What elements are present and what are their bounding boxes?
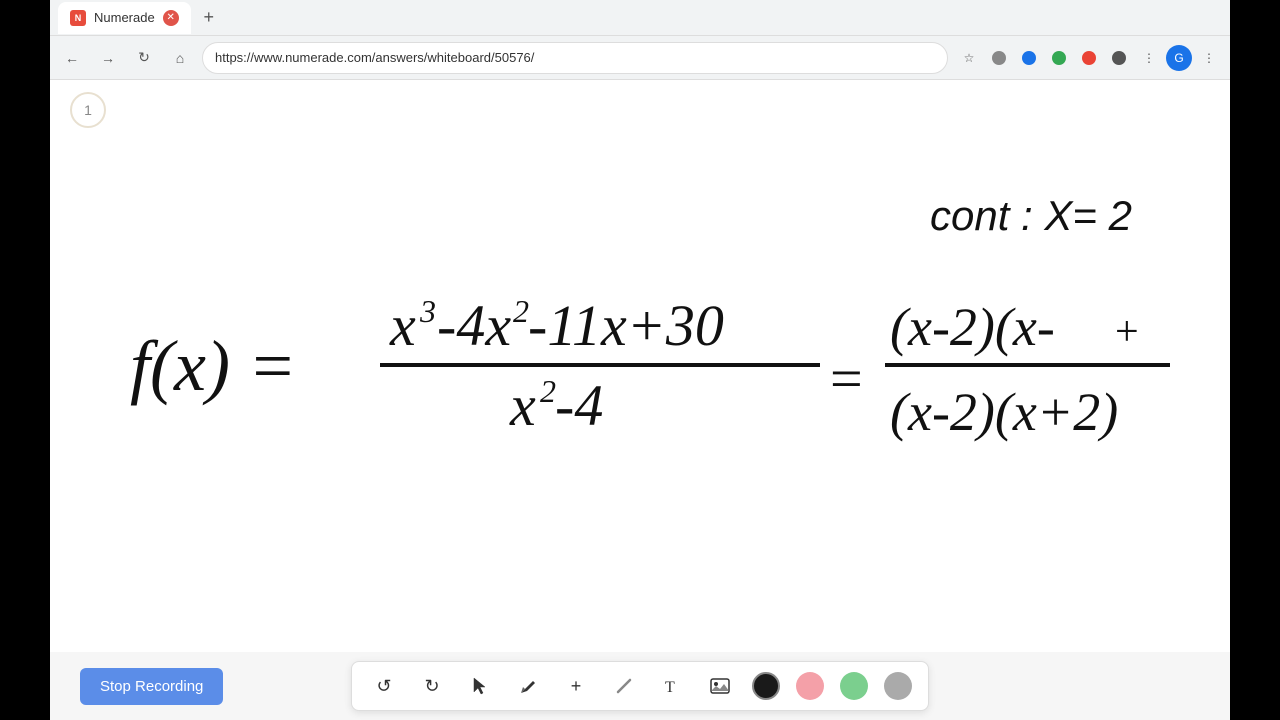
browser-toolbar-icons: ☆ ⋮ G ⋮ xyxy=(956,45,1222,71)
tab-favicon: N xyxy=(70,10,86,26)
home-button[interactable]: ⌂ xyxy=(166,44,194,72)
pen-tool-button[interactable] xyxy=(512,670,544,702)
text-tool-button[interactable]: T xyxy=(656,670,688,702)
new-tab-button[interactable]: + xyxy=(195,4,223,32)
bookmark-star-icon[interactable]: ☆ xyxy=(956,45,982,71)
slash-tool-button[interactable] xyxy=(608,670,640,702)
address-bar[interactable]: https://www.numerade.com/answers/whitebo… xyxy=(202,42,948,74)
svg-text:-4: -4 xyxy=(555,373,603,438)
redo-button[interactable]: ↻ xyxy=(416,670,448,702)
svg-text:3: 3 xyxy=(419,293,436,329)
tab-bar: N Numerade ✕ + xyxy=(58,2,223,34)
ext-icon-5[interactable] xyxy=(1106,45,1132,71)
browser-window: N Numerade ✕ + ← → ↻ ⌂ https://www.numer… xyxy=(50,0,1230,720)
add-tool-button[interactable]: + xyxy=(560,670,592,702)
url-text: https://www.numerade.com/answers/whitebo… xyxy=(215,50,534,65)
whiteboard: 1 cont : X= 2 f(x) = x 3 -4x 2 -11x+30 xyxy=(50,80,1230,720)
drawing-toolbar: ↺ ↻ + xyxy=(351,661,929,711)
browser-toolbar: ← → ↻ ⌂ https://www.numerade.com/answers… xyxy=(50,36,1230,80)
svg-text:(x-2)(x+2): (x-2)(x+2) xyxy=(890,382,1118,442)
refresh-button[interactable]: ↻ xyxy=(130,44,158,72)
color-black[interactable] xyxy=(752,672,780,700)
svg-text:(x-2)(x-: (x-2)(x- xyxy=(890,297,1055,357)
image-tool-button[interactable] xyxy=(704,670,736,702)
svg-text:T: T xyxy=(665,679,675,696)
select-tool-button[interactable] xyxy=(464,670,496,702)
browser-titlebar: N Numerade ✕ + xyxy=(50,0,1230,36)
svg-text:=: = xyxy=(830,346,863,411)
back-button[interactable]: ← xyxy=(58,44,86,72)
ext-icon-3[interactable] xyxy=(1046,45,1072,71)
forward-button[interactable]: → xyxy=(94,44,122,72)
svg-text:2: 2 xyxy=(540,373,556,409)
profile-icon[interactable]: G xyxy=(1166,45,1192,71)
tab-close-button[interactable]: ✕ xyxy=(163,10,179,26)
svg-text:x: x xyxy=(509,373,536,438)
ext-icon-4[interactable] xyxy=(1076,45,1102,71)
page-number: 1 xyxy=(70,92,106,128)
color-pink[interactable] xyxy=(796,672,824,700)
math-area: cont : X= 2 f(x) = x 3 -4x 2 -11x+30 x 2… xyxy=(100,140,1180,640)
svg-text:2: 2 xyxy=(513,293,529,329)
ext-icon-2[interactable] xyxy=(1016,45,1042,71)
content-area: 1 cont : X= 2 f(x) = x 3 -4x 2 -11x+30 xyxy=(50,80,1230,720)
color-green[interactable] xyxy=(840,672,868,700)
bottom-bar: Stop Recording ↺ ↻ xyxy=(50,652,1230,720)
undo-button[interactable]: ↺ xyxy=(368,670,400,702)
tab-title: Numerade xyxy=(94,10,155,25)
more-tools-icon[interactable]: ⋮ xyxy=(1136,45,1162,71)
svg-text:-11x+30: -11x+30 xyxy=(528,293,724,358)
svg-text:-4x: -4x xyxy=(437,293,511,358)
active-tab[interactable]: N Numerade ✕ xyxy=(58,2,191,34)
svg-text:cont : X= 2: cont : X= 2 xyxy=(930,192,1132,239)
menu-icon[interactable]: ⋮ xyxy=(1196,45,1222,71)
color-gray[interactable] xyxy=(884,672,912,700)
extensions-icon[interactable] xyxy=(986,45,1012,71)
svg-text:x: x xyxy=(389,293,416,358)
svg-text:f(x) =: f(x) = xyxy=(130,326,297,406)
svg-text:+: + xyxy=(1115,309,1139,355)
stop-recording-button[interactable]: Stop Recording xyxy=(80,668,223,705)
